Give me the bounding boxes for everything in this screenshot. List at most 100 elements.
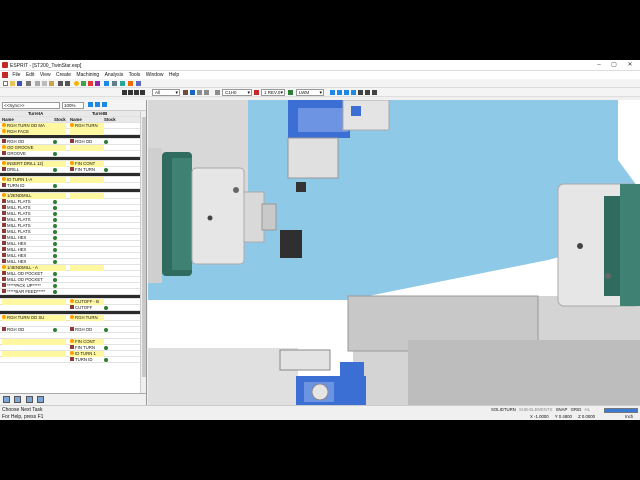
turret-a-operation[interactable] [2, 357, 66, 363]
menu-analysis[interactable]: Analysis [103, 71, 126, 79]
operation-icon [2, 229, 6, 233]
view-select[interactable]: LWM [296, 89, 324, 96]
sync-icon[interactable] [88, 102, 93, 107]
workpiece [261, 203, 277, 231]
tool-icon [2, 265, 6, 269]
mode-hl[interactable]: HL [585, 407, 591, 412]
toolbar-option-icon[interactable] [128, 81, 133, 86]
menu-file[interactable]: File [10, 71, 22, 79]
rotate-icon[interactable] [372, 90, 377, 95]
pan-icon[interactable] [365, 90, 370, 95]
document-icon[interactable] [2, 72, 8, 78]
plane-icon[interactable] [215, 90, 220, 95]
save-icon[interactable] [17, 81, 22, 86]
menu-help[interactable]: Help [167, 71, 181, 79]
standard-toolbar [0, 79, 640, 88]
operation-name: FIN CONT [75, 161, 96, 166]
tool-icon[interactable] [95, 81, 100, 86]
mode-solidturn[interactable]: SOLIDTURN [491, 407, 516, 412]
view-front-icon[interactable] [330, 90, 335, 95]
tool-icon [70, 315, 74, 319]
view-right-icon[interactable] [344, 90, 349, 95]
menu-machining[interactable]: Machining [74, 71, 101, 79]
expand-icon[interactable] [95, 102, 100, 107]
maximize-button[interactable]: ▢ [607, 61, 621, 70]
graphics-viewport[interactable] [148, 100, 640, 405]
open-folder-icon[interactable] [10, 81, 15, 86]
operation-name: RGH OD [7, 327, 25, 332]
operation-icon [2, 199, 6, 203]
operation-list-scrollbar[interactable] [140, 111, 146, 393]
tool-icon [2, 123, 6, 127]
operation-row[interactable]: TURN ID [0, 357, 140, 363]
panel-zoom-select[interactable]: 100% [62, 102, 84, 109]
print-icon[interactable] [26, 81, 31, 86]
operation-name: MILL HEX [7, 247, 27, 252]
new-file-icon[interactable] [3, 81, 8, 86]
collapse-icon[interactable] [102, 102, 107, 107]
zoom-icon[interactable] [358, 90, 363, 95]
minimize-button[interactable]: – [592, 61, 606, 70]
menu-view[interactable]: View [38, 71, 53, 79]
light-icon[interactable] [74, 81, 79, 86]
menu-tools[interactable]: Tools [127, 71, 143, 79]
operation-icon [2, 139, 6, 143]
menu-create[interactable]: Create [54, 71, 73, 79]
filter-select[interactable]: All [152, 89, 180, 96]
operation-icon [2, 183, 6, 187]
progress-meter [604, 408, 638, 413]
close-button[interactable]: ✕ [623, 61, 637, 70]
operation-icon [2, 283, 6, 287]
tab-tools-icon[interactable] [25, 396, 33, 403]
line-style-icon[interactable] [197, 90, 202, 95]
cut-icon[interactable] [35, 81, 40, 86]
operation-name: MILL HEX [7, 259, 27, 264]
tool-icon [70, 123, 74, 127]
play-back-icon[interactable] [128, 90, 133, 95]
toolbar-option-icon[interactable] [136, 81, 141, 86]
plane-select[interactable]: C1H0 [222, 89, 252, 96]
toolbar-option-icon[interactable] [112, 81, 117, 86]
turret-b-operation[interactable]: TURN ID [70, 357, 104, 363]
mode-sub-elements[interactable]: SUB-ELEMENTS [519, 407, 552, 412]
tool-icon [2, 315, 6, 319]
sync-select[interactable]: <<Sync>> [2, 102, 60, 109]
menu-edit[interactable]: Edit [24, 71, 37, 79]
undo-icon[interactable] [58, 81, 63, 86]
last-icon[interactable] [140, 90, 145, 95]
scrollbar-thumb[interactable] [142, 117, 146, 377]
workplane-icon[interactable] [254, 90, 259, 95]
first-icon[interactable] [122, 90, 127, 95]
check-icon[interactable] [81, 81, 86, 86]
view-top-icon[interactable] [337, 90, 342, 95]
operation-name: MILL FLATS [7, 199, 31, 204]
tab-operations-icon[interactable] [3, 396, 10, 403]
mode-grid[interactable]: GRID [571, 407, 582, 412]
layer-icon[interactable] [183, 90, 188, 95]
play-icon[interactable] [134, 90, 139, 95]
stop-icon[interactable] [88, 81, 93, 86]
operation-name: MILL HEX [7, 235, 27, 240]
menu-bar: File Edit View Create Machining Analysis… [0, 71, 640, 79]
copy-icon[interactable] [42, 81, 47, 86]
operation-icon [2, 271, 6, 275]
title-bar: ESPRIT - [ST200_TwinStar.esp] – ▢ ✕ [0, 60, 640, 71]
stock-status-icon [104, 328, 108, 332]
work-select[interactable]: 1 REV.0 [261, 89, 285, 96]
axis-icon[interactable] [288, 90, 293, 95]
color-icon[interactable] [190, 90, 195, 95]
operation-name: MILL FLATS [7, 211, 31, 216]
operation-name: ID TURN 1 [75, 351, 96, 356]
operation-icon [2, 217, 6, 221]
line-width-icon[interactable] [204, 90, 209, 95]
view-iso-icon[interactable] [351, 90, 356, 95]
mode-snap[interactable]: SNAP [556, 407, 568, 412]
tab-features-icon[interactable] [14, 396, 22, 403]
redo-icon[interactable] [65, 81, 70, 86]
help-icon[interactable] [104, 81, 109, 86]
paste-icon[interactable] [49, 81, 54, 86]
tab-project-icon[interactable] [37, 396, 45, 403]
stock-status-icon [104, 358, 108, 362]
toolbar-option-icon[interactable] [120, 81, 125, 86]
menu-window[interactable]: Window [144, 71, 166, 79]
